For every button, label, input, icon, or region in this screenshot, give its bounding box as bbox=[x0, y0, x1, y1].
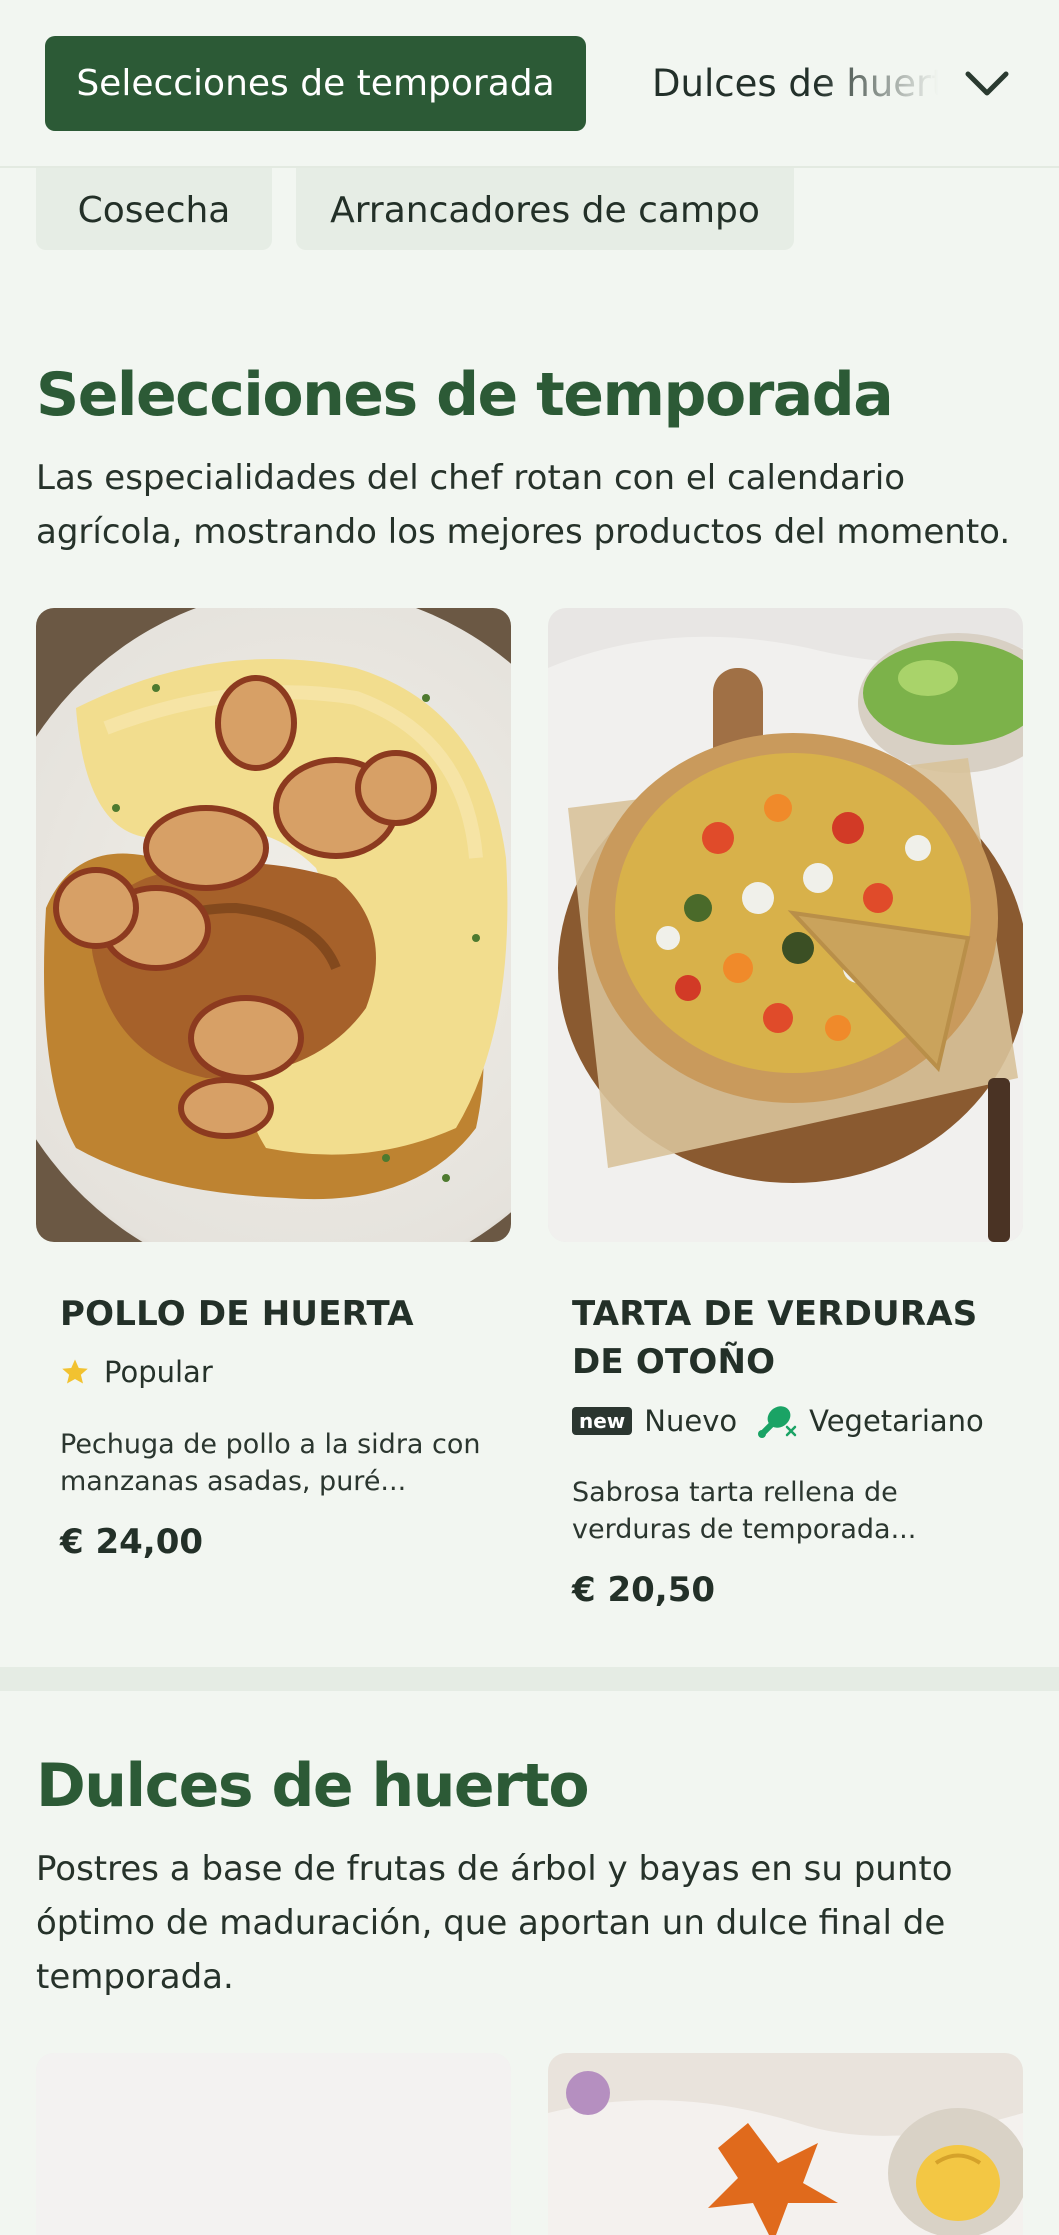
dish-price: € 20,50 bbox=[572, 1570, 716, 1610]
section-divider bbox=[0, 1667, 1059, 1691]
star-icon bbox=[60, 1357, 90, 1387]
dish-name: TARTA DE VERDURAS DE OTOÑO bbox=[572, 1294, 978, 1382]
dish-image-pollo-de-huerta[interactable] bbox=[36, 608, 511, 1242]
tab-dulces-de-huerto[interactable]: Dulces de huerto bbox=[652, 36, 938, 131]
dish-description: Pechuga de pollo a la sidra con manzanas… bbox=[60, 1429, 481, 1497]
dish-image-tarta-de-verduras[interactable] bbox=[548, 608, 1023, 1242]
diet-label: Vegetariano bbox=[809, 1404, 984, 1438]
category-nav: Selecciones de temporada Dulces de huert… bbox=[0, 0, 1059, 168]
chevron-down-icon[interactable] bbox=[960, 58, 1014, 112]
section-title: Dulces de huerto bbox=[36, 1751, 590, 1821]
badge-label: Popular bbox=[104, 1355, 213, 1389]
vegetarian-drumstick-crossed-icon bbox=[757, 1403, 797, 1439]
category-chips: Cosecha Arrancadores de campo bbox=[0, 168, 1059, 252]
section-description: Las especialidades del chef rotan con el… bbox=[36, 458, 1011, 552]
chip-cosecha[interactable]: Cosecha bbox=[36, 168, 272, 250]
dish-name: POLLO DE HUERTA bbox=[60, 1294, 414, 1334]
section-description: Postres a base de frutas de árbol y baya… bbox=[36, 1849, 953, 1997]
chip-arrancadores-de-campo[interactable]: Arrancadores de campo bbox=[296, 168, 794, 250]
dish-description: Sabrosa tarta rellena de verduras de tem… bbox=[572, 1477, 917, 1545]
dessert-image[interactable] bbox=[548, 2053, 1023, 2235]
new-label: Nuevo bbox=[644, 1404, 738, 1438]
section-title: Selecciones de temporada bbox=[36, 360, 894, 430]
dish-badge-popular: Popular bbox=[60, 1355, 213, 1389]
new-badge: new bbox=[572, 1407, 633, 1435]
dessert-image[interactable] bbox=[36, 2053, 511, 2235]
dish-badges: new Nuevo Vegetariano bbox=[572, 1403, 984, 1439]
tab-selecciones-de-temporada[interactable]: Selecciones de temporada bbox=[45, 36, 586, 131]
dish-price: € 24,00 bbox=[60, 1522, 204, 1562]
